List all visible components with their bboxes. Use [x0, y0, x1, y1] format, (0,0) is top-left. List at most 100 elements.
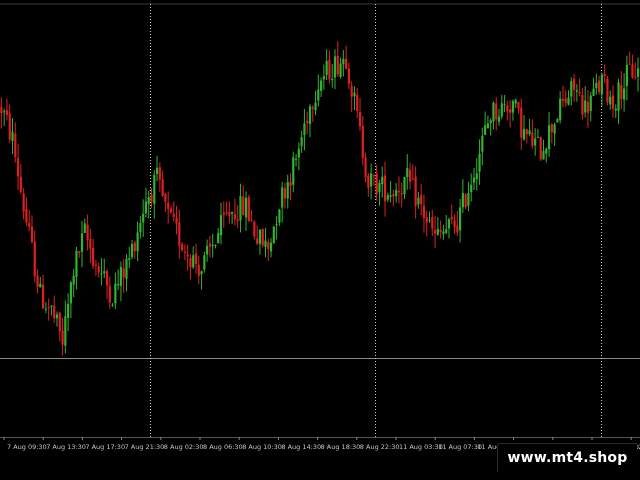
candle-bullish: [428, 211, 431, 224]
candle-bearish: [36, 269, 39, 294]
candle-bullish: [200, 270, 203, 290]
candle-bearish: [356, 88, 359, 118]
candle-bearish: [397, 176, 401, 204]
candle-bullish: [623, 72, 626, 112]
candle-bullish: [281, 181, 284, 223]
candle-bearish: [108, 276, 111, 309]
candle-bullish: [339, 57, 342, 79]
candle-bearish: [606, 76, 609, 106]
candle-bullish: [625, 55, 628, 101]
candle-bullish: [320, 77, 323, 98]
candle-bearish: [581, 87, 584, 120]
candle-bullish: [467, 181, 470, 212]
candle-bullish: [308, 104, 312, 138]
candle-bearish: [411, 164, 414, 181]
candle-bullish: [275, 216, 278, 240]
candle-bullish: [395, 183, 398, 203]
candle-bullish: [461, 179, 464, 214]
candle-bearish: [289, 173, 292, 200]
candle-bearish: [105, 269, 109, 300]
candle-bullish: [386, 192, 389, 203]
candle-bearish: [16, 143, 20, 191]
time-tick-label: 8 Aug 22:30: [360, 443, 400, 451]
candle-bearish: [172, 201, 175, 222]
candle-bullish: [119, 261, 123, 302]
candle-bullish: [244, 191, 248, 231]
candle-bullish: [522, 115, 526, 142]
candle-bullish: [147, 190, 150, 219]
candle-bearish: [450, 204, 453, 225]
time-tick-label: 7 Aug 13:30: [46, 443, 86, 451]
candle-bullish: [559, 91, 562, 124]
candle-bearish: [420, 184, 423, 216]
candle-bearish: [97, 262, 100, 278]
time-tick-label: 8 Aug 18:30: [321, 443, 361, 451]
candle-bearish: [564, 90, 567, 108]
candle-bearish: [42, 274, 45, 309]
candle-bearish: [53, 295, 56, 323]
candlestick-chart[interactable]: 7 Aug 09:30 7 Aug 13:30 7 Aug 17:30 7 Aug 2…: [0, 0, 640, 480]
candle-bearish: [253, 220, 256, 240]
candle-bullish: [511, 99, 514, 121]
candle-bullish: [155, 155, 159, 182]
candle-bearish: [186, 244, 189, 271]
candle-bullish: [481, 127, 484, 166]
candle-bearish: [453, 214, 456, 234]
candle-bullish: [595, 73, 598, 95]
candle-bullish: [44, 302, 47, 314]
candle-bullish: [219, 202, 223, 245]
candle-bearish: [495, 97, 498, 131]
candle-bullish: [545, 147, 548, 163]
candle-bearish: [539, 136, 542, 162]
candle-bullish: [192, 246, 195, 270]
candle-bearish: [122, 259, 125, 293]
price-chart[interactable]: 7 Aug 09:30 7 Aug 13:30 7 Aug 17:30 7 Aug 2…: [0, 0, 640, 480]
candle-bearish: [392, 189, 395, 207]
candle-bullish: [114, 272, 117, 309]
candle-bearish: [550, 123, 553, 144]
candle-bearish: [336, 41, 339, 77]
candle-bullish: [556, 117, 559, 123]
candle-bullish: [231, 211, 234, 225]
candle-bearish: [634, 62, 637, 80]
candle-bearish: [525, 128, 528, 144]
candle-bearish: [350, 81, 353, 112]
candle-bullish: [592, 77, 595, 97]
candle-bullish: [203, 251, 206, 273]
candle-bullish: [322, 64, 325, 90]
candle-bullish: [39, 276, 42, 288]
candle-bearish: [328, 50, 331, 84]
candle-bearish: [439, 220, 442, 239]
candle-bullish: [294, 153, 298, 167]
candle-bearish: [236, 205, 239, 228]
candle-bearish: [347, 62, 350, 90]
candle-bullish: [69, 281, 72, 319]
candle-bullish: [130, 239, 134, 260]
candle-bullish: [80, 221, 84, 268]
candle-bearish: [208, 236, 211, 258]
candle-bearish: [631, 54, 634, 79]
candle-bullish: [144, 187, 148, 218]
candles: [0, 41, 640, 356]
candle-bearish: [431, 210, 434, 237]
candle-bearish: [372, 173, 375, 186]
candle-bullish: [264, 227, 267, 258]
candle-bearish: [33, 230, 36, 283]
candle-bullish: [389, 181, 392, 203]
candle-bearish: [572, 74, 576, 102]
candle-bearish: [197, 255, 200, 285]
candle-bullish: [547, 111, 551, 157]
candle-bearish: [175, 205, 178, 235]
candle-bullish: [142, 199, 145, 238]
candle-bullish: [128, 246, 131, 269]
candle-bearish: [47, 298, 50, 321]
candle-bullish: [636, 57, 640, 92]
candle-bullish: [378, 179, 381, 206]
candle-bullish: [478, 139, 481, 185]
candle-bearish: [306, 111, 309, 135]
candle-bearish: [94, 259, 97, 277]
candle-bearish: [364, 152, 367, 183]
candle-bearish: [194, 243, 198, 274]
candle-bearish: [603, 64, 606, 83]
candle-bullish: [239, 183, 242, 233]
